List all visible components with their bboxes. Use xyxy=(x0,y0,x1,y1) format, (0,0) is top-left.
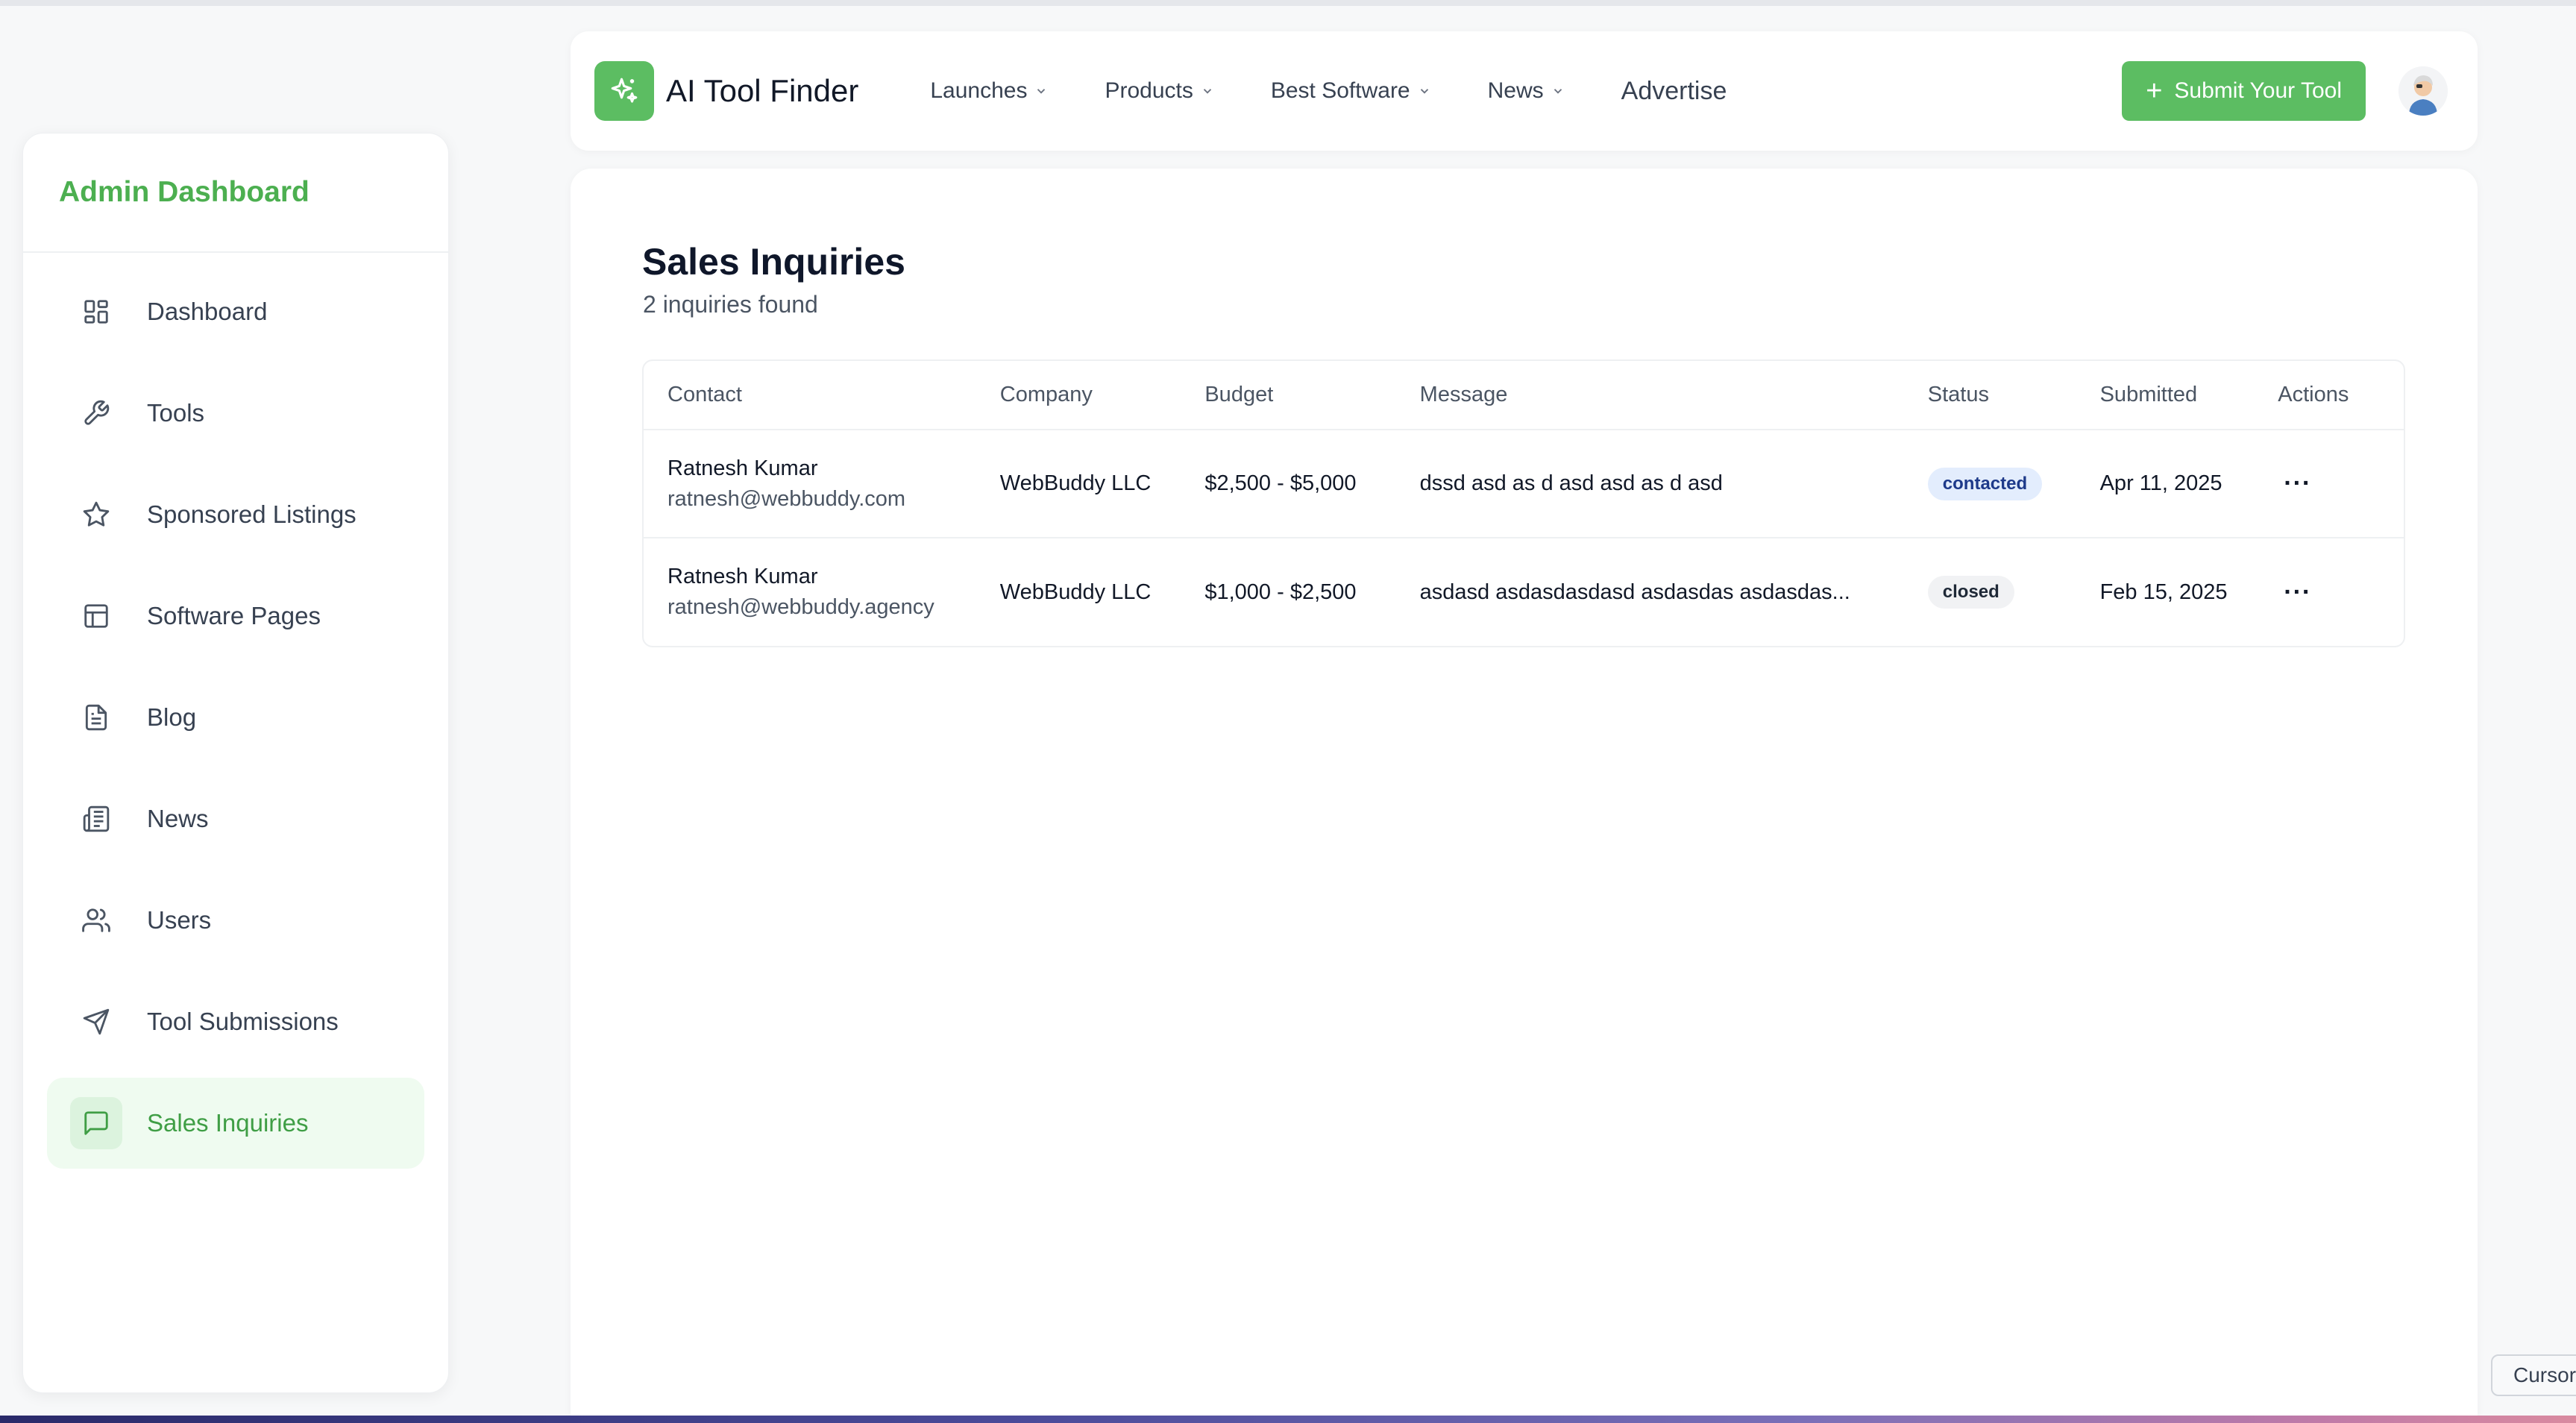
sidebar-item-dashboard[interactable]: Dashboard xyxy=(47,266,424,357)
sidebar-item-blog[interactable]: Blog xyxy=(47,672,424,763)
chevron-down-icon xyxy=(1203,89,1212,94)
brand-name[interactable]: AI Tool Finder xyxy=(666,73,858,109)
column-header-contact: Contact xyxy=(644,361,976,430)
avatar[interactable] xyxy=(2398,66,2448,116)
wrench-icon xyxy=(77,394,116,433)
budget-cell: $2,500 - $5,000 xyxy=(1181,430,1396,538)
submitted-cell: Apr 11, 2025 xyxy=(2076,430,2255,538)
cursor-tooltip: Cursor xyxy=(2491,1354,2576,1396)
sidebar-item-label: Software Pages xyxy=(147,602,321,629)
more-actions-button[interactable]: ··· xyxy=(2278,466,2317,500)
status-cell: closed xyxy=(1904,538,2076,646)
nav-news[interactable]: News xyxy=(1488,78,1565,104)
column-header-company: Company xyxy=(976,361,1181,430)
more-actions-button[interactable]: ··· xyxy=(2278,575,2317,609)
nav-products-label: Products xyxy=(1105,78,1193,103)
window-top-border xyxy=(0,0,2576,6)
status-badge: closed xyxy=(1927,576,2014,609)
chevron-down-icon xyxy=(1037,89,1046,94)
document-icon xyxy=(77,698,116,737)
admin-sidebar: Admin Dashboard Dashboard Tools Sponsore… xyxy=(22,133,449,1393)
company-cell: WebBuddy LLC xyxy=(999,579,1152,604)
page-title: Sales Inquiries xyxy=(642,241,905,283)
sidebar-item-tools[interactable]: Tools xyxy=(47,368,424,459)
column-header-actions: Actions xyxy=(2254,361,2404,430)
plus-icon: + xyxy=(2146,75,2163,107)
contact-email: ratnesh@webbuddy.agency xyxy=(667,595,934,619)
contact-cell: Ratnesh Kumar ratnesh@webbuddy.agency xyxy=(644,538,976,646)
nav-launches[interactable]: Launches xyxy=(930,78,1048,104)
status-cell: contacted xyxy=(1903,430,2076,538)
top-navigation-bar: AI Tool Finder Launches Products Best So… xyxy=(571,31,2478,151)
actions-cell: ··· xyxy=(2254,538,2404,646)
column-header-budget: Budget xyxy=(1181,361,1396,430)
nav-launches-label: Launches xyxy=(930,78,1028,103)
sidebar-item-label: Blog xyxy=(147,703,197,731)
column-header-message: Message xyxy=(1395,361,1904,430)
contact-name: Ratnesh Kumar xyxy=(667,456,818,480)
nav-advertise[interactable]: Advertise xyxy=(1621,77,1727,106)
sidebar-item-label: News xyxy=(147,805,209,832)
sidebar-item-label: Dashboard xyxy=(147,298,268,325)
budget-cell: $1,000 - $2,500 xyxy=(1204,579,1357,604)
layout-icon xyxy=(77,597,116,635)
submit-tool-button[interactable]: + Submit Your Tool xyxy=(2122,61,2366,121)
sidebar-item-label: Sales Inquiries xyxy=(147,1109,309,1137)
sidebar-item-tool-submissions[interactable]: Tool Submissions xyxy=(47,976,424,1067)
inquiries-table: Contact Company Budget Message Status Su… xyxy=(642,359,2405,647)
sidebar-item-label: Tool Submissions xyxy=(147,1008,339,1035)
send-icon xyxy=(77,1002,116,1041)
sidebar-item-sales-inquiries[interactable]: Sales Inquiries xyxy=(47,1078,424,1169)
table-row[interactable]: Ratnesh Kumar ratnesh@webbuddy.agency We… xyxy=(644,538,2404,646)
window-bottom-border xyxy=(0,1416,2576,1423)
chevron-down-icon xyxy=(1420,89,1428,94)
sidebar-title: Admin Dashboard xyxy=(59,176,310,208)
contact-name: Ratnesh Kumar xyxy=(667,565,818,588)
chevron-down-icon xyxy=(1554,89,1562,94)
message-cell: dssd asd as d asd asd as d asd xyxy=(1395,430,1904,538)
actions-cell: ··· xyxy=(2254,430,2404,538)
column-header-submitted: Submitted xyxy=(2076,361,2255,430)
submitted-cell: Feb 15, 2025 xyxy=(2099,579,2228,604)
sidebar-nav: Dashboard Tools Sponsored Listings Softw… xyxy=(23,253,448,1193)
message-cell: asdasd asdasdasdasd asdasdas asdasdas... xyxy=(1419,579,1850,604)
sidebar-item-label: Tools xyxy=(147,399,205,427)
main-panel: Sales Inquiries 2 inquiries found Contac… xyxy=(571,169,2478,1416)
contact-email: ratnesh@webbuddy.com xyxy=(667,486,906,511)
contact-cell: Ratnesh Kumar ratnesh@webbuddy.com xyxy=(644,430,976,538)
star-icon xyxy=(77,495,116,534)
users-icon xyxy=(77,901,116,940)
sidebar-item-label: Users xyxy=(147,906,212,934)
sparkles-icon[interactable] xyxy=(594,61,654,121)
table-header-row: Contact Company Budget Message Status Su… xyxy=(644,361,2404,430)
message-icon xyxy=(70,1097,122,1149)
header-nav: Launches Products Best Software News Adv… xyxy=(930,77,1783,106)
sidebar-header: Admin Dashboard xyxy=(23,133,448,253)
inquiries-count: 2 inquiries found xyxy=(643,291,818,318)
nav-best-software[interactable]: Best Software xyxy=(1271,78,1431,104)
dashboard-icon xyxy=(77,292,116,331)
column-header-status: Status xyxy=(1903,361,2076,430)
table-row[interactable]: Ratnesh Kumar ratnesh@webbuddy.com WebBu… xyxy=(644,430,2404,538)
company-cell: WebBuddy LLC xyxy=(976,430,1181,538)
status-badge: contacted xyxy=(1927,467,2043,500)
nav-news-label: News xyxy=(1487,78,1544,103)
newspaper-icon xyxy=(77,800,116,838)
sidebar-item-label: Sponsored Listings xyxy=(147,500,356,528)
sidebar-item-sponsored-listings[interactable]: Sponsored Listings xyxy=(47,469,424,560)
sidebar-item-news[interactable]: News xyxy=(47,773,424,864)
submit-tool-label: Submit Your Tool xyxy=(2174,78,2342,103)
nav-best-software-label: Best Software xyxy=(1270,78,1410,103)
sidebar-item-users[interactable]: Users xyxy=(47,875,424,966)
nav-products[interactable]: Products xyxy=(1105,78,1213,104)
sidebar-item-software-pages[interactable]: Software Pages xyxy=(47,571,424,662)
